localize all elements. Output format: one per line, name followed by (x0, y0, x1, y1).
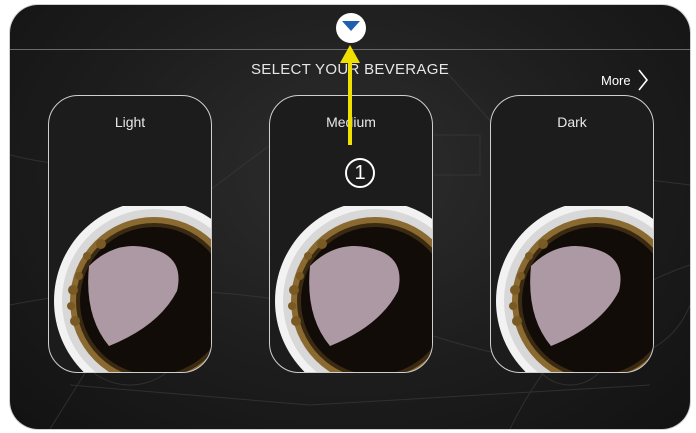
beverage-select-screen: SELECT YOUR BEVERAGE More Light Medium D… (10, 5, 690, 429)
more-button[interactable]: More (601, 67, 649, 93)
chevron-down-icon (342, 21, 360, 31)
top-divider (10, 49, 690, 50)
beverage-card-light[interactable]: Light (48, 95, 212, 373)
coffee-cup-image (54, 206, 211, 372)
beverage-label: Dark (557, 114, 587, 130)
beverage-label: Light (114, 114, 146, 130)
page-title: SELECT YOUR BEVERAGE (250, 61, 449, 78)
chevron-right-icon (638, 69, 648, 91)
more-label: More (601, 72, 631, 88)
beverage-card-medium[interactable]: Medium (269, 95, 433, 373)
beverage-card-dark[interactable]: Dark (490, 95, 654, 373)
beverage-label: Medium (326, 114, 376, 130)
step-number-badge: 1 (345, 158, 375, 188)
coffee-cup-image (275, 206, 432, 372)
pull-down-handle[interactable] (336, 13, 366, 43)
coffee-cup-image (496, 206, 653, 372)
